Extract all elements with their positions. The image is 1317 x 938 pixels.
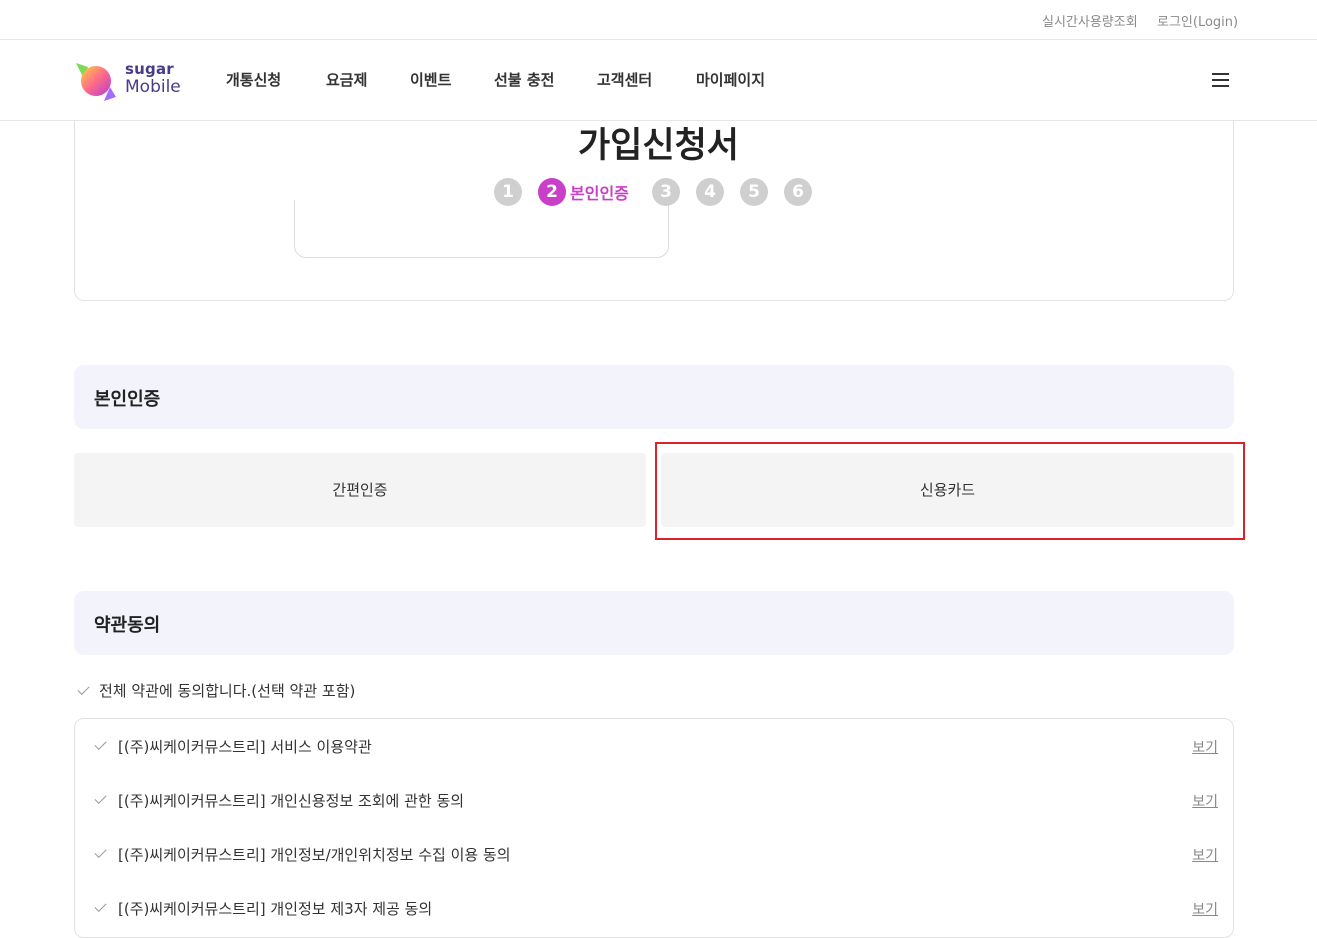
candy-logo-icon [76, 63, 116, 101]
page-title: 가입신청서 [577, 126, 739, 166]
nav-item-activation[interactable]: 개통신청 [226, 69, 281, 90]
term-row: [(주)씨케이커뮤스트리] 서비스 이용약관 보기 [75, 735, 1235, 765]
logo-text-sugar: sugar [125, 60, 174, 78]
realtime-usage-link[interactable]: 실시간사용량조회 [1042, 11, 1138, 30]
term-label[interactable]: [(주)씨케이커뮤스트리] 개인신용정보 조회에 관한 동의 [118, 790, 464, 811]
term-label[interactable]: [(주)씨케이커뮤스트리] 개인정보/개인위치정보 수집 이용 동의 [118, 844, 511, 865]
terms-section-title: 약관동의 [94, 615, 161, 636]
agree-all-checkbox[interactable]: 전체 약관에 동의합니다.(선택 약관 포함) [77, 680, 356, 701]
nav-item-prepaid-charge[interactable]: 선불 충전 [494, 69, 554, 90]
step-4: 4 [696, 178, 724, 206]
menu-icon[interactable] [1212, 73, 1230, 88]
terms-section-header: 약관동의 [74, 591, 1234, 655]
credit-card-auth-button[interactable]: 신용카드 [661, 453, 1234, 527]
view-terms-link[interactable]: 보기 [1192, 737, 1218, 757]
identity-section-title: 본인인증 [94, 389, 161, 410]
check-icon[interactable] [94, 737, 107, 751]
term-label[interactable]: [(주)씨케이커뮤스트리] 개인정보 제3자 제공 동의 [118, 898, 432, 919]
term-label[interactable]: [(주)씨케이커뮤스트리] 서비스 이용약관 [118, 736, 372, 757]
check-icon[interactable] [94, 845, 107, 859]
nav-item-mypage[interactable]: 마이페이지 [696, 69, 765, 90]
active-step-label: 본인인증 [570, 184, 629, 203]
step-1: 1 [494, 178, 522, 206]
utility-bar: 실시간사용량조회 로그인(Login) [0, 0, 1317, 40]
view-terms-link[interactable]: 보기 [1192, 845, 1218, 865]
nav-item-customer-center[interactable]: 고객센터 [597, 69, 652, 90]
main-header: sugar Mobile 개통신청 요금제 이벤트 선불 충전 고객센터 마이페… [0, 40, 1317, 121]
step-5: 5 [740, 178, 768, 206]
form-inner-box [294, 200, 669, 258]
view-terms-link[interactable]: 보기 [1192, 899, 1218, 919]
check-icon[interactable] [94, 899, 107, 913]
term-row: [(주)씨케이커뮤스트리] 개인신용정보 조회에 관한 동의 보기 [75, 789, 1235, 819]
logo-text-mobile: Mobile [125, 77, 181, 97]
terms-list: [(주)씨케이커뮤스트리] 서비스 이용약관 보기 [(주)씨케이커뮤스트리] … [74, 718, 1234, 938]
sugar-mobile-logo[interactable]: sugar Mobile [74, 57, 186, 105]
term-row: [(주)씨케이커뮤스트리] 개인정보/개인위치정보 수집 이용 동의 보기 [75, 843, 1235, 873]
check-icon [77, 682, 90, 696]
login-link[interactable]: 로그인(Login) [1157, 11, 1238, 30]
step-2-active: 2 [538, 178, 566, 206]
simple-auth-button[interactable]: 간편인증 [74, 453, 646, 527]
term-row: [(주)씨케이커뮤스트리] 개인정보 제3자 제공 동의 보기 [75, 897, 1235, 927]
view-terms-link[interactable]: 보기 [1192, 791, 1218, 811]
identity-section-header: 본인인증 [74, 365, 1234, 429]
nav-item-plans[interactable]: 요금제 [326, 69, 367, 90]
check-icon[interactable] [94, 791, 107, 805]
step-6: 6 [784, 178, 812, 206]
agree-all-label: 전체 약관에 동의합니다.(선택 약관 포함) [99, 682, 356, 700]
nav-item-events[interactable]: 이벤트 [410, 69, 451, 90]
step-3: 3 [652, 178, 680, 206]
